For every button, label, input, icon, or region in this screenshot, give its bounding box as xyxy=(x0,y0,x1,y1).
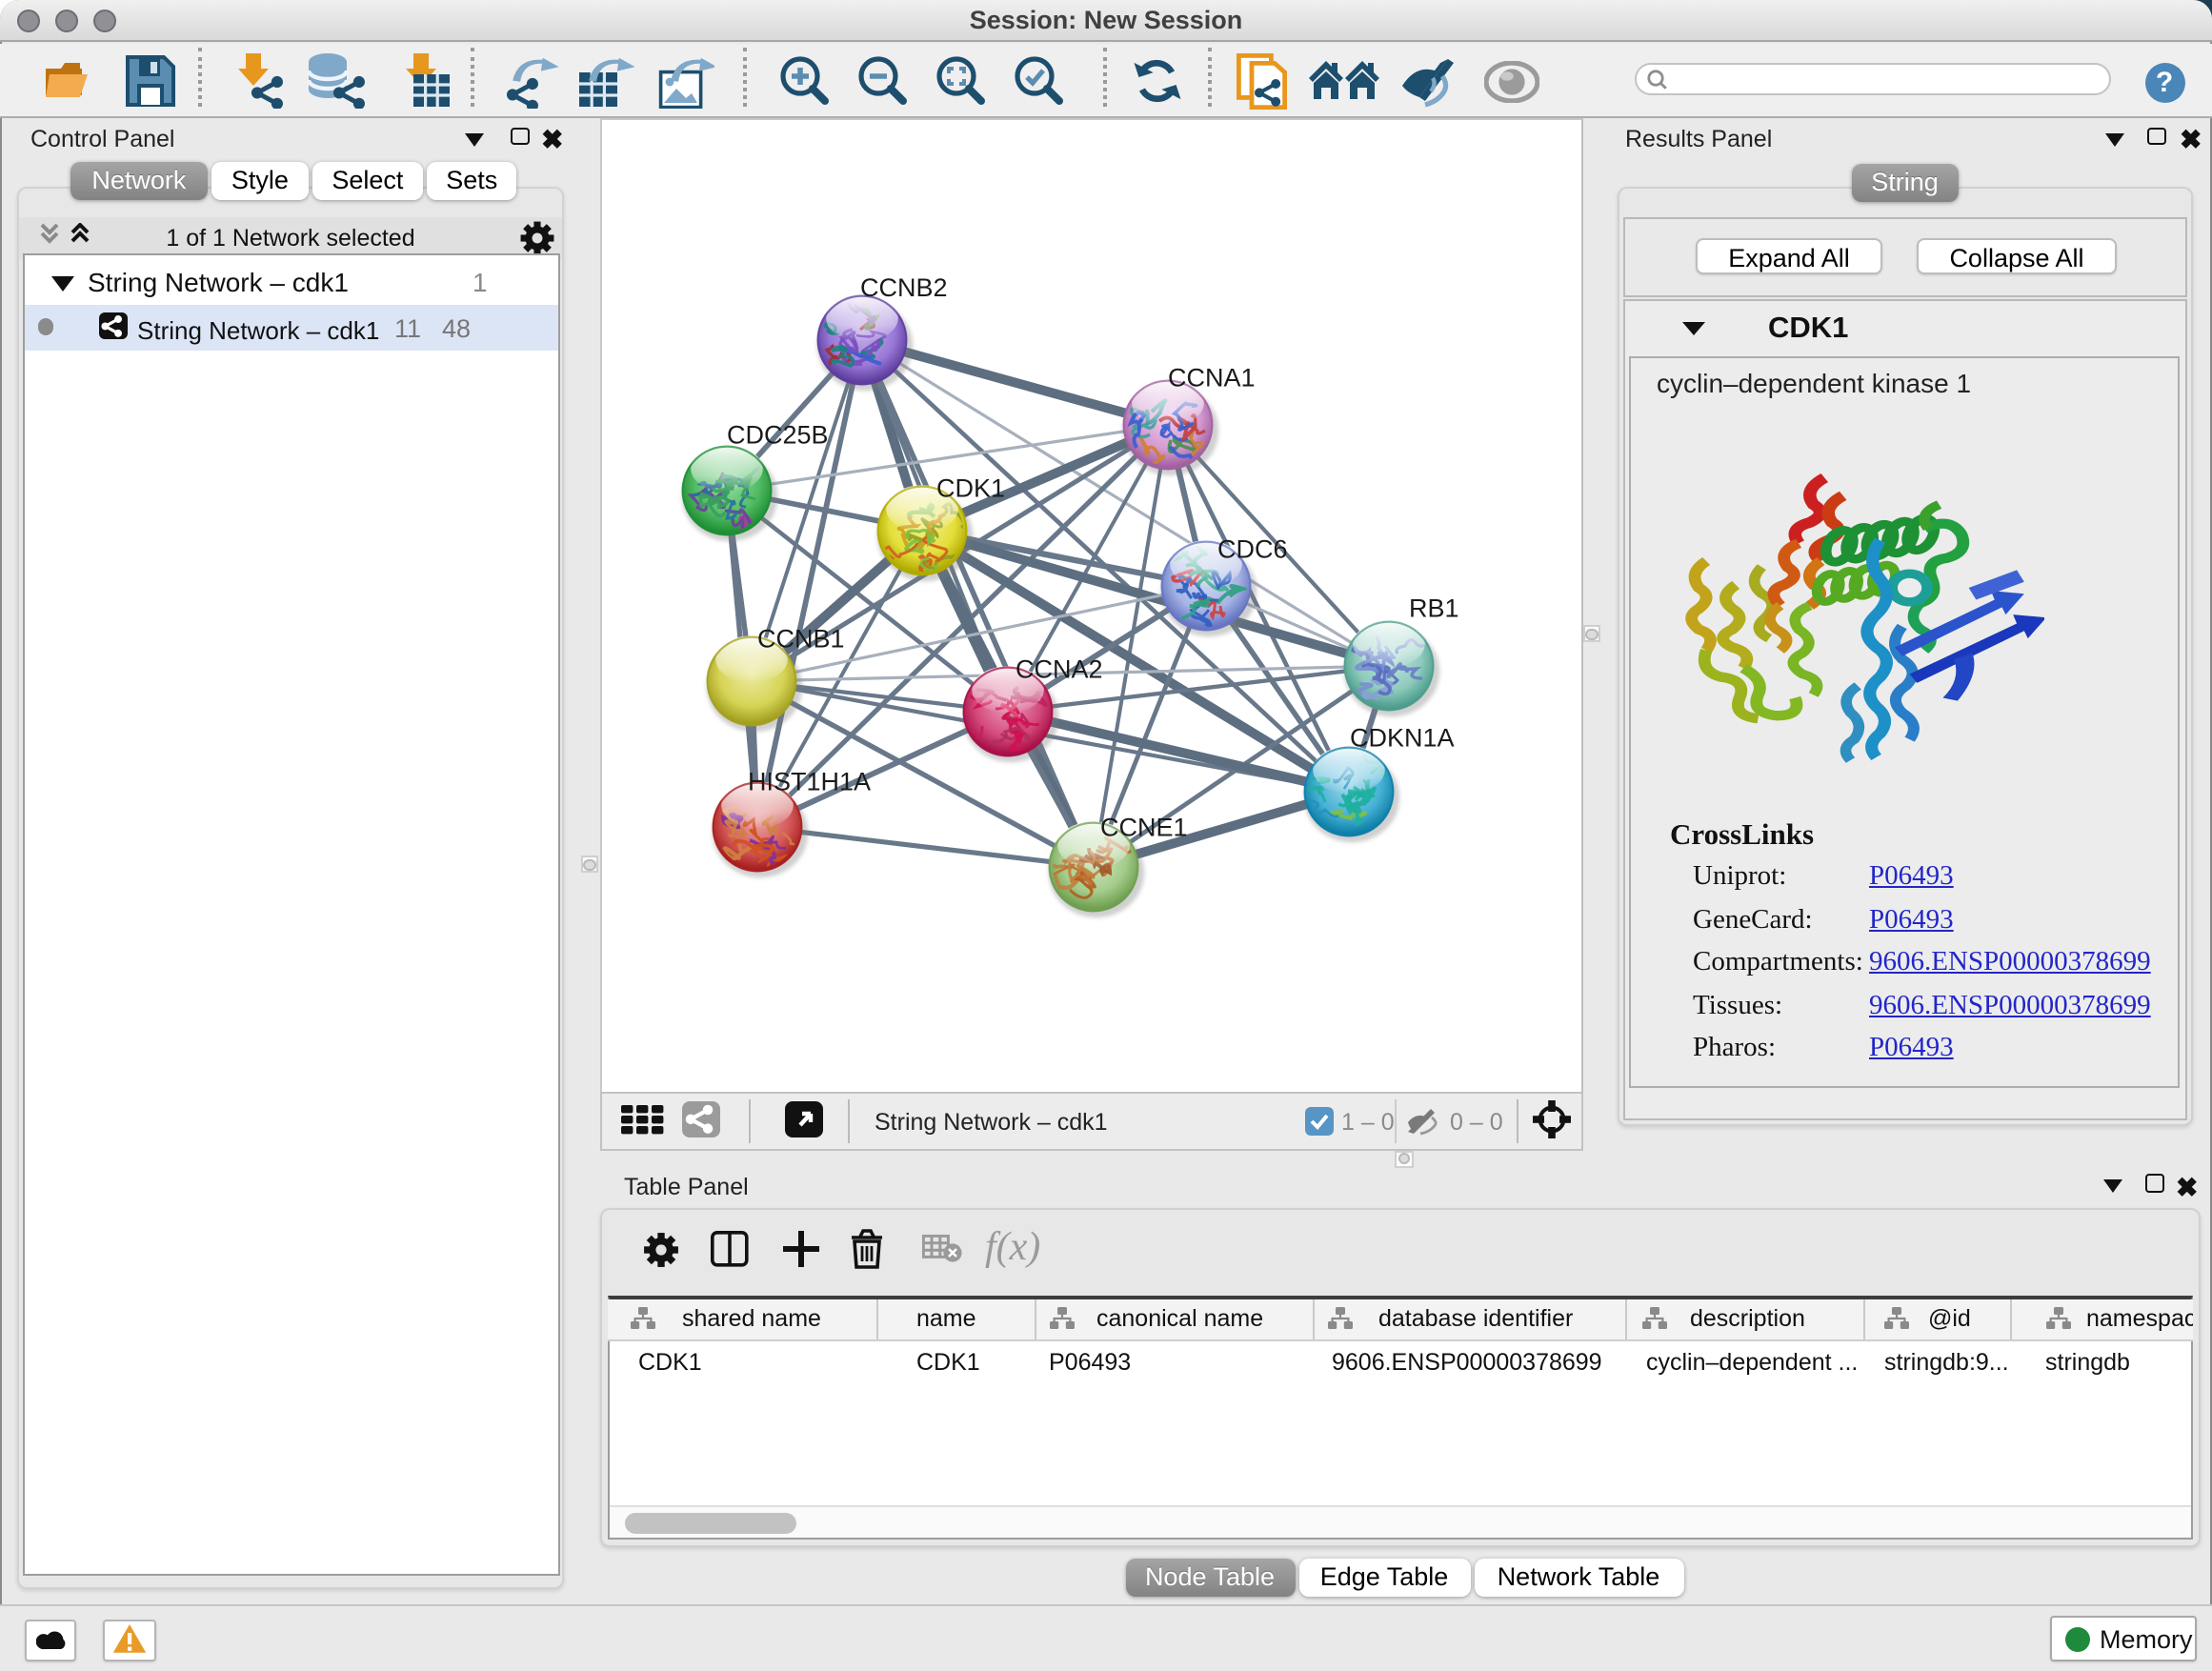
svg-text:CCNB1: CCNB1 xyxy=(756,624,844,653)
svg-text:CCNA1: CCNA1 xyxy=(1167,363,1255,392)
svg-text:CCNB2: CCNB2 xyxy=(859,273,947,302)
svg-text:CDKN1A: CDKN1A xyxy=(1349,723,1454,752)
svg-text:HIST1H1A: HIST1H1A xyxy=(747,767,870,795)
svg-text:CCNA2: CCNA2 xyxy=(1015,654,1102,683)
svg-text:CDK1: CDK1 xyxy=(935,473,1004,502)
svg-text:CDC6: CDC6 xyxy=(1217,534,1287,563)
svg-text:CDC25B: CDC25B xyxy=(726,420,828,449)
svg-text:RB1: RB1 xyxy=(1408,594,1458,622)
svg-text:CCNE1: CCNE1 xyxy=(1099,813,1187,841)
